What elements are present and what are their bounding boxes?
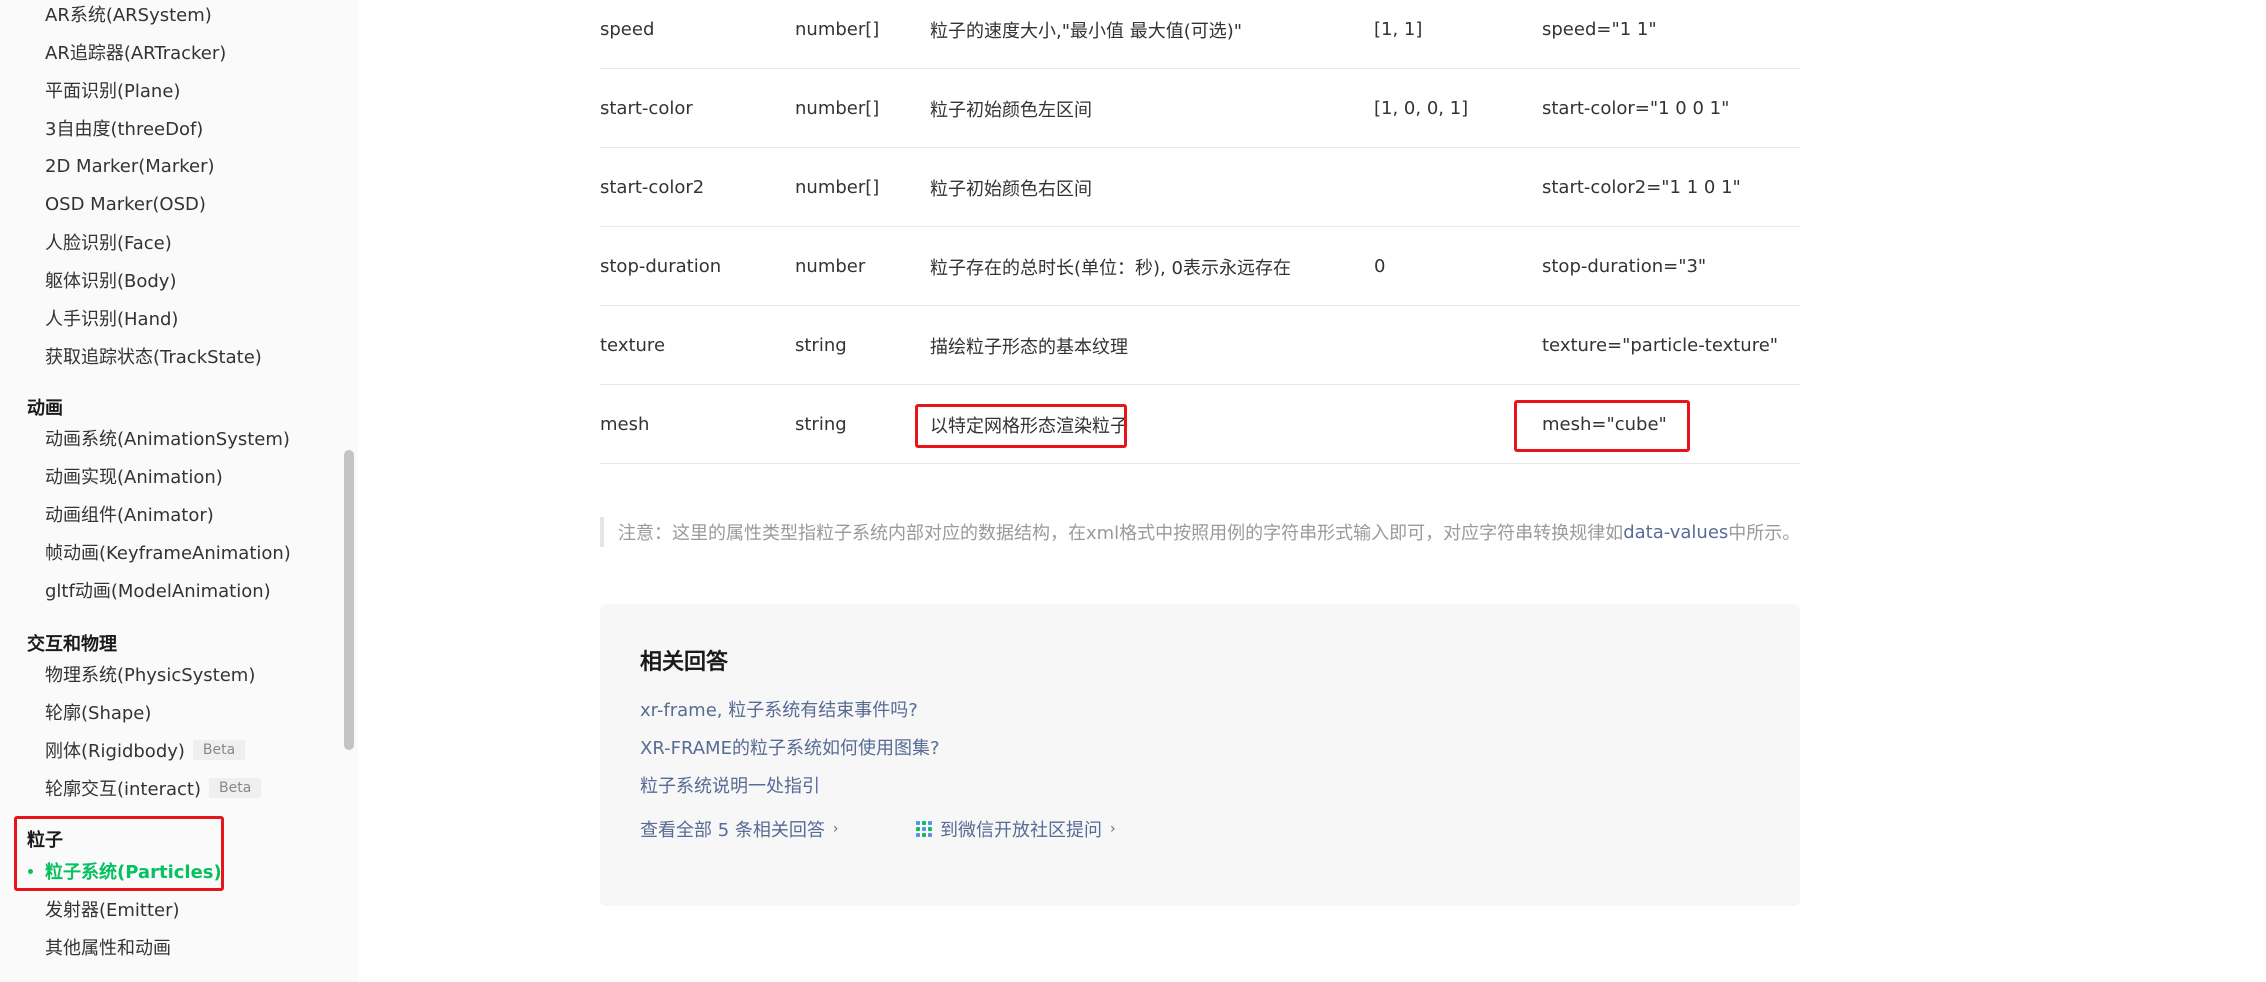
highlight-box-mesh-desc: [915, 404, 1127, 448]
beta-badge: Beta: [208, 778, 262, 798]
attr-desc: 描绘粒子形态的基本纹理: [930, 336, 1128, 358]
highlight-box-mesh-example: [1514, 400, 1690, 452]
ask-community-link[interactable]: 到微信开放社区提问 ›: [916, 816, 1116, 842]
table-row: stop-duration number 粒子存在的总时长(单位：秒), 0表示…: [600, 227, 1800, 306]
attr-type: number[]: [795, 177, 880, 198]
sidebar-item-label: 轮廓交互(interact): [45, 779, 201, 800]
attr-name: speed: [600, 19, 655, 40]
related-answers-panel: 相关回答 xr-frame, 粒子系统有结束事件吗? XR-FRAME的粒子系统…: [600, 604, 1800, 906]
sidebar-item-face[interactable]: 人脸识别(Face): [45, 228, 172, 256]
sidebar-item-animator[interactable]: 动画组件(Animator): [45, 500, 214, 528]
attr-example: start-color="1 0 0 1": [1542, 98, 1730, 119]
attr-name: stop-duration: [600, 256, 722, 277]
community-grid-icon: [916, 821, 932, 837]
sidebar-item-rigidbody[interactable]: 刚体(Rigidbody) Beta: [45, 736, 246, 764]
sidebar-item-arsystem[interactable]: AR系统(ARSystem): [45, 0, 212, 28]
attr-default: [1, 1]: [1374, 19, 1423, 40]
table-row: texture string 描绘粒子形态的基本纹理 texture="part…: [600, 306, 1800, 385]
sidebar-item-artracker[interactable]: AR追踪器(ARTracker): [45, 38, 226, 66]
sidebar-item-shape[interactable]: 轮廓(Shape): [45, 698, 151, 726]
related-answers-title: 相关回答: [640, 650, 729, 675]
chevron-right-icon: ›: [1110, 821, 1116, 837]
attr-type: string: [795, 414, 847, 435]
attr-type: string: [795, 335, 847, 356]
attr-type: number[]: [795, 98, 880, 119]
sidebar-group-title-physics: 交互和物理: [27, 634, 117, 655]
sidebar-item-label: 刚体(Rigidbody): [45, 741, 185, 762]
sidebar-item-hand[interactable]: 人手识别(Hand): [45, 304, 178, 332]
attr-type: number[]: [795, 19, 880, 40]
sidebar-item-trackstate[interactable]: 获取追踪状态(TrackState): [45, 342, 262, 370]
related-answer-link[interactable]: xr-frame, 粒子系统有结束事件吗?: [640, 696, 918, 722]
attr-desc: 粒子的速度大小,"最小值 最大值(可选)": [930, 20, 1243, 42]
note-text-suffix: 中所示。: [1728, 523, 1801, 544]
attr-example: speed="1 1": [1542, 19, 1657, 40]
related-answer-link[interactable]: 粒子系统说明一处指引: [640, 772, 820, 798]
attr-name: start-color: [600, 98, 693, 119]
sidebar-item-threedof[interactable]: 3自由度(threeDof): [45, 114, 203, 142]
attr-type: number: [795, 256, 866, 277]
beta-badge: Beta: [192, 740, 246, 760]
attr-desc: 粒子初始颜色右区间: [930, 178, 1092, 200]
sidebar-item-interact[interactable]: 轮廓交互(interact) Beta: [45, 774, 262, 802]
highlight-box-sidebar-particles: [14, 816, 224, 891]
sidebar-item-physic-system[interactable]: 物理系统(PhysicSystem): [45, 660, 255, 688]
attr-desc: 粒子存在的总时长(单位：秒), 0表示永远存在: [930, 257, 1291, 279]
note-block: 注意：这里的属性类型指粒子系统内部对应的数据结构，在xml格式中按照用例的字符串…: [600, 517, 1800, 547]
attr-example: texture="particle-texture": [1542, 335, 1779, 356]
sidebar-item-animation[interactable]: 动画实现(Animation): [45, 462, 223, 490]
view-all-label: 查看全部 5 条相关回答: [640, 820, 825, 841]
sidebar-item-keyframe[interactable]: 帧动画(KeyframeAnimation): [45, 538, 291, 566]
table-row: start-color number[] 粒子初始颜色左区间 [1, 0, 0,…: [600, 69, 1800, 148]
sidebar-item-plane[interactable]: 平面识别(Plane): [45, 76, 180, 104]
attr-name: mesh: [600, 414, 650, 435]
attr-example: stop-duration="3": [1542, 256, 1707, 277]
data-values-link[interactable]: data-values: [1623, 522, 1728, 543]
sidebar-group-title-animation: 动画: [27, 398, 63, 419]
related-answer-link[interactable]: XR-FRAME的粒子系统如何使用图集?: [640, 734, 940, 760]
view-all-answers-link[interactable]: 查看全部 5 条相关回答 ›: [640, 816, 839, 842]
sidebar-item-osd[interactable]: OSD Marker(OSD): [45, 190, 206, 218]
attr-example: start-color2="1 1 0 1": [1542, 177, 1741, 198]
ask-community-label: 到微信开放社区提问: [940, 820, 1102, 841]
sidebar-item-marker[interactable]: 2D Marker(Marker): [45, 152, 215, 180]
sidebar-scrollbar[interactable]: [344, 450, 354, 750]
attr-name: start-color2: [600, 177, 705, 198]
attr-default: 0: [1374, 256, 1386, 277]
attr-desc: 粒子初始颜色左区间: [930, 99, 1092, 121]
sidebar-item-body[interactable]: 躯体识别(Body): [45, 266, 176, 294]
chevron-right-icon: ›: [832, 821, 839, 837]
table-row: start-color2 number[] 粒子初始颜色右区间 start-co…: [600, 148, 1800, 227]
note-text: 注意：这里的属性类型指粒子系统内部对应的数据结构，在xml格式中按照用例的字符串…: [618, 523, 1624, 544]
attr-name: texture: [600, 335, 666, 356]
sidebar-item-emitter[interactable]: 发射器(Emitter): [45, 895, 180, 923]
sidebar-item-gltf-animation[interactable]: gltf动画(ModelAnimation): [45, 576, 271, 604]
attr-default: [1, 0, 0, 1]: [1374, 98, 1469, 119]
sidebar-item-other-props[interactable]: 其他属性和动画: [45, 933, 171, 961]
table-row: speed number[] 粒子的速度大小,"最小值 最大值(可选)" [1,…: [600, 0, 1800, 69]
sidebar-item-animation-system[interactable]: 动画系统(AnimationSystem): [45, 424, 290, 452]
sidebar: AR系统(ARSystem) AR追踪器(ARTracker) 平面识别(Pla…: [0, 0, 358, 982]
